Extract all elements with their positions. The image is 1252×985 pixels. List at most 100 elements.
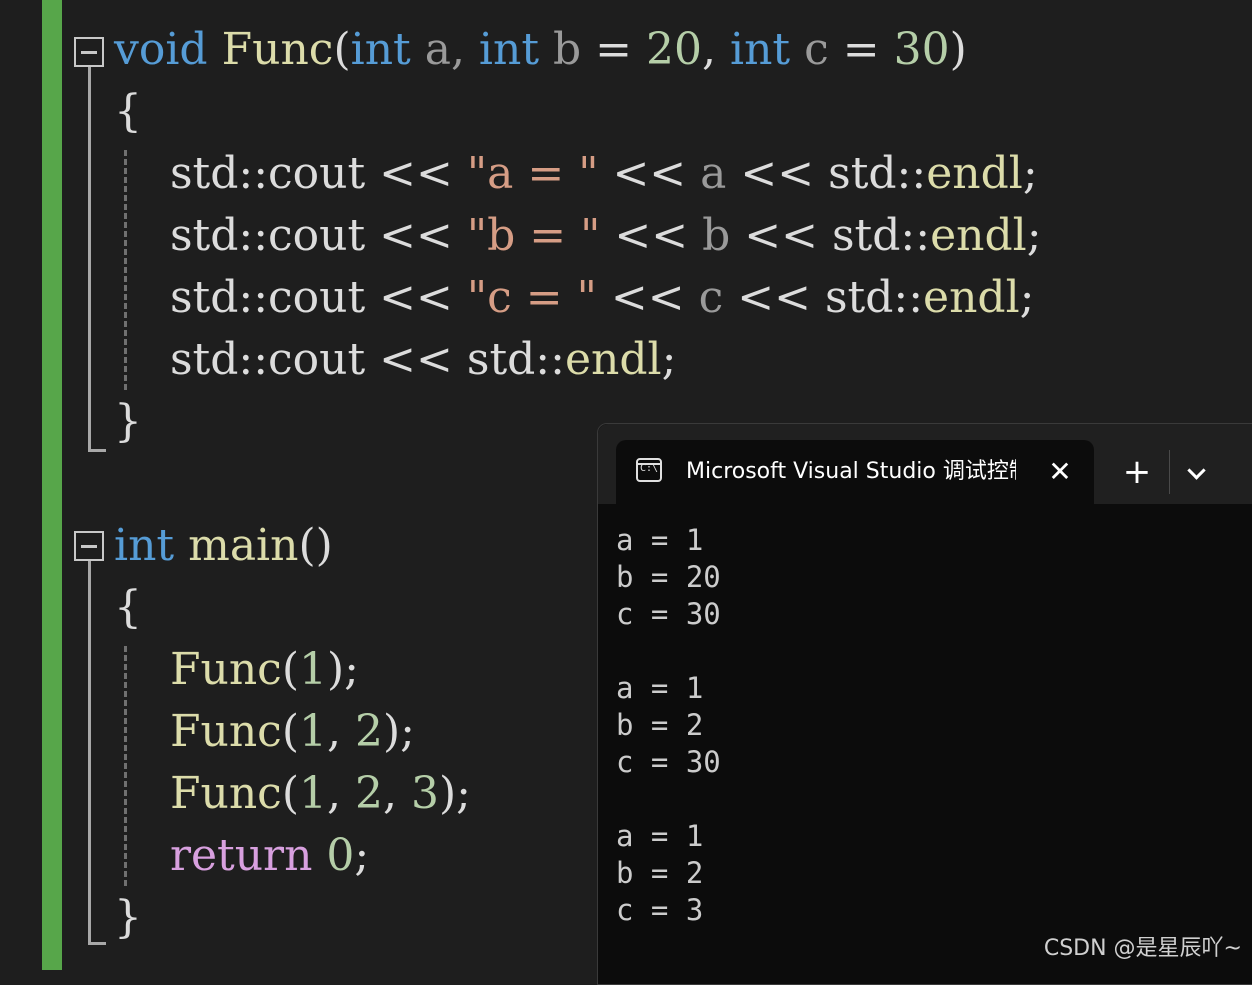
code-line[interactable]: Func(1, 2); (114, 701, 415, 763)
code-token: = (842, 24, 894, 75)
code-token: ); (326, 644, 359, 695)
code-line[interactable]: { (114, 577, 142, 639)
code-token: std::cout << (114, 148, 467, 199)
code-token: ; (1026, 210, 1042, 261)
code-line[interactable]: } (114, 887, 142, 949)
code-token: 30 (893, 24, 950, 75)
code-token: c (790, 24, 843, 75)
chevron-down-icon[interactable] (1180, 454, 1214, 494)
fold-line-main (88, 561, 91, 945)
code-token: << (600, 210, 703, 261)
plus-icon[interactable]: + (1116, 452, 1158, 494)
code-token: << std:: (723, 272, 924, 323)
code-token: { (114, 86, 142, 137)
code-token: ; (354, 830, 370, 881)
close-icon[interactable]: ✕ (1042, 454, 1078, 490)
code-line[interactable]: return 0; (114, 825, 369, 887)
code-token: ); (438, 768, 471, 819)
code-token: Func (169, 644, 282, 695)
code-token: 0 (326, 830, 355, 881)
code-line[interactable]: } (114, 391, 142, 453)
change-indicator-bar (42, 0, 62, 970)
code-token: b (539, 24, 596, 75)
code-token: ; (1022, 148, 1038, 199)
code-token: Func (221, 24, 334, 75)
code-line[interactable]: void Func(int a, int b = 20, int c = 30) (114, 19, 967, 81)
collapse-func-icon[interactable] (74, 37, 104, 67)
code-line[interactable]: std::cout << std::endl; (114, 329, 676, 391)
code-line[interactable]: int main() (114, 515, 333, 577)
code-token: Func (169, 768, 282, 819)
code-token: std::cout << (114, 210, 467, 261)
code-token: void (114, 24, 208, 75)
code-token: int (730, 24, 791, 75)
code-token: , (326, 706, 355, 757)
code-token: 1 (298, 706, 327, 757)
code-token: 20 (646, 24, 703, 75)
code-token: , (326, 768, 355, 819)
watermark: CSDN @是星辰吖~ (1043, 936, 1242, 961)
code-token: 2 (354, 706, 383, 757)
code-token: 1 (298, 644, 327, 695)
console-icon: C:\ (636, 458, 662, 482)
debug-console-window[interactable]: C:\ Microsoft Visual Studio 调试控制台 ✕ + a … (597, 423, 1252, 985)
terminal-tab-bar: C:\ Microsoft Visual Studio 调试控制台 ✕ + (598, 424, 1252, 504)
console-output-line: b = 2 (616, 708, 704, 742)
code-token: << (596, 272, 699, 323)
code-token: ) (949, 24, 967, 75)
code-line[interactable]: std::cout << "b = " << b << std::endl; (114, 205, 1042, 267)
code-token: c (698, 272, 724, 323)
code-token: << std:: (726, 148, 927, 199)
code-token: main (188, 520, 299, 571)
console-output-line: a = 1 (616, 671, 704, 705)
code-token: 1 (298, 768, 327, 819)
code-line[interactable]: std::cout << "c = " << c << std::endl; (114, 267, 1035, 329)
code-line[interactable]: Func(1, 2, 3); (114, 763, 471, 825)
code-token: << std:: (730, 210, 931, 261)
code-token: ; (1019, 272, 1035, 323)
terminal-tab-title: Microsoft Visual Studio 调试控制台 (686, 459, 1016, 484)
code-token: 3 (410, 768, 439, 819)
console-output-line: a = 1 (616, 523, 704, 557)
code-token: << (598, 148, 701, 199)
code-token: ( (281, 644, 299, 695)
terminal-tab[interactable]: C:\ Microsoft Visual Studio 调试控制台 ✕ (616, 440, 1094, 504)
fold-end-func (88, 449, 106, 452)
console-output-line: c = 30 (616, 597, 721, 631)
code-token: Func (169, 706, 282, 757)
code-token: a, (410, 24, 479, 75)
code-token: endl (926, 148, 1023, 199)
code-line[interactable]: { (114, 81, 142, 143)
code-token: int (114, 520, 175, 571)
code-token: endl (923, 272, 1020, 323)
code-token: endl (930, 210, 1027, 261)
code-token: endl (564, 334, 662, 385)
code-token: a (700, 148, 727, 199)
code-token: } (114, 396, 142, 447)
code-line[interactable]: Func(1); (114, 639, 359, 701)
console-output-line: c = 3 (616, 893, 704, 927)
collapse-main-icon[interactable] (74, 531, 104, 561)
code-token: "c = " (466, 272, 597, 323)
code-token: "b = " (466, 210, 601, 261)
code-token: ); (382, 706, 415, 757)
code-token: int (350, 24, 411, 75)
code-line[interactable]: std::cout << "a = " << a << std::endl; (114, 143, 1038, 205)
code-token: std::cout << std:: (114, 334, 565, 385)
code-token: , (702, 24, 730, 75)
code-token: int (478, 24, 540, 75)
code-token: "a = " (466, 148, 599, 199)
code-token: return (169, 830, 313, 881)
console-output-line: a = 1 (616, 819, 704, 853)
code-token: ( (333, 24, 351, 75)
console-output-line: c = 30 (616, 745, 721, 779)
code-token: ; (661, 334, 677, 385)
fold-line-func (88, 67, 91, 452)
console-output-line: b = 20 (616, 560, 721, 594)
